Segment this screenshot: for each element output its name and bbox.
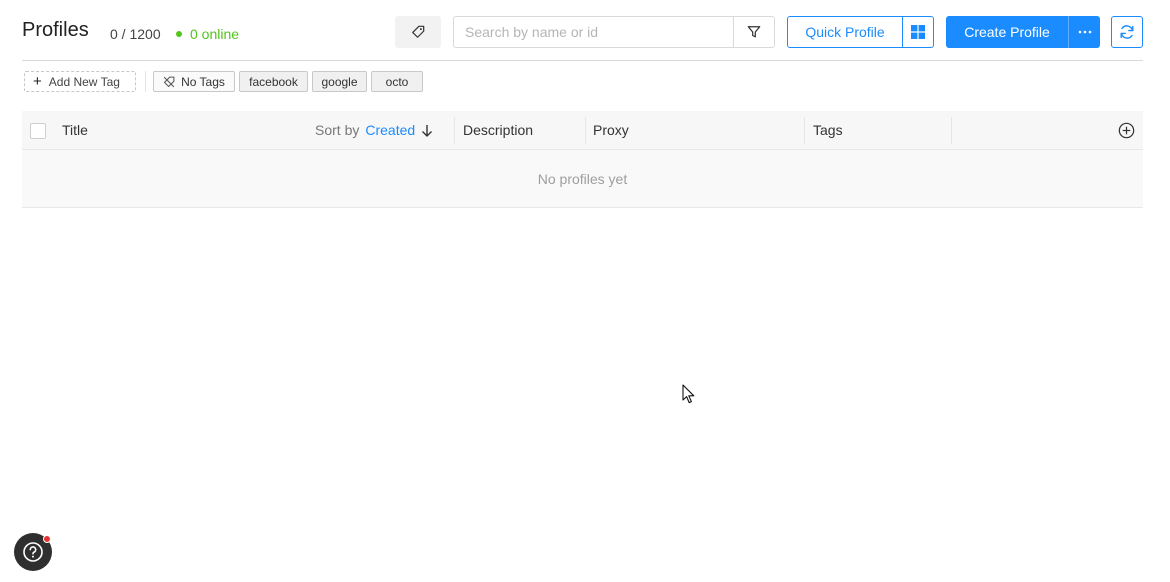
empty-state-row: No profiles yet xyxy=(22,150,1143,208)
refresh-icon xyxy=(1120,25,1134,39)
tag-chip-facebook[interactable]: facebook xyxy=(239,71,308,92)
header-divider xyxy=(22,60,1143,61)
page-title: Profiles xyxy=(22,19,89,41)
tag-bar-separator xyxy=(145,71,146,92)
search-input[interactable] xyxy=(454,17,733,47)
create-profile-button[interactable]: Create Profile xyxy=(946,16,1068,48)
column-separator xyxy=(951,117,952,144)
notification-badge xyxy=(43,535,51,543)
sort-field[interactable]: Created xyxy=(365,122,415,138)
quick-profile-button[interactable]: Quick Profile xyxy=(787,16,903,48)
add-new-tag-button[interactable]: + Add New Tag xyxy=(24,71,136,92)
tag-chip-google[interactable]: google xyxy=(312,71,367,92)
column-proxy[interactable]: Proxy xyxy=(593,122,629,138)
no-tags-label: No Tags xyxy=(181,74,225,89)
profile-count: 0 / 1200 xyxy=(110,26,161,42)
tag-icon xyxy=(412,25,425,38)
column-separator xyxy=(804,117,805,144)
plus-icon: + xyxy=(33,73,42,90)
column-separator xyxy=(585,117,586,144)
filter-button[interactable] xyxy=(733,17,774,47)
table-header: Title Sort by Created Description Proxy … xyxy=(22,111,1143,150)
no-tags-icon xyxy=(163,76,175,87)
tag-chip-octo[interactable]: octo xyxy=(371,71,423,92)
tag-filter-button[interactable] xyxy=(395,16,441,48)
select-all-checkbox[interactable] xyxy=(30,123,46,139)
windows-icon xyxy=(911,25,925,39)
online-status-dot xyxy=(176,31,182,37)
page-header: Profiles 0 / 1200 0 online Quick Profile… xyxy=(22,16,1143,48)
cursor-icon xyxy=(682,384,695,404)
more-icon xyxy=(1078,30,1091,34)
filter-icon xyxy=(747,26,761,38)
column-description[interactable]: Description xyxy=(463,122,533,138)
column-title[interactable]: Title xyxy=(62,122,88,138)
column-tags[interactable]: Tags xyxy=(813,122,843,138)
sort-by-label: Sort by xyxy=(315,122,360,138)
more-options-button[interactable] xyxy=(1068,16,1100,48)
refresh-button[interactable] xyxy=(1111,16,1143,48)
sort-arrow-down-icon[interactable] xyxy=(421,124,433,137)
search-box xyxy=(453,16,775,48)
add-column-icon[interactable] xyxy=(1118,122,1135,139)
os-select-button[interactable] xyxy=(902,16,934,48)
column-separator xyxy=(454,117,455,144)
help-icon xyxy=(23,542,43,562)
online-count: 0 online xyxy=(190,26,240,42)
add-new-tag-label: Add New Tag xyxy=(48,74,120,89)
sort-control[interactable]: Sort by Created xyxy=(315,122,433,138)
tag-chip-no-tags[interactable]: No Tags xyxy=(153,71,235,92)
